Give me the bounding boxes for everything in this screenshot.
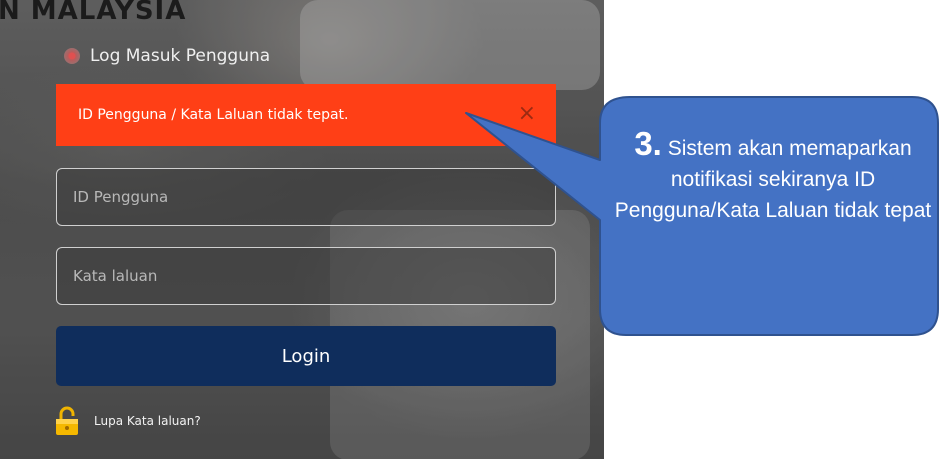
login-title: Log Masuk Pengguna (64, 46, 270, 66)
forgot-password-link[interactable]: Lupa Kata laluan? (94, 414, 201, 428)
callout-number: 3. (634, 125, 662, 162)
record-icon (64, 48, 80, 64)
callout-message: Sistem akan memaparkan notifikasi sekira… (614, 137, 932, 222)
site-heading: N MALAYSIA (0, 0, 187, 26)
user-id-input[interactable] (56, 168, 556, 226)
password-input[interactable] (56, 247, 556, 305)
background-blur (300, 0, 600, 90)
alert-message: ID Pengguna / Kata Laluan tidak tepat. (78, 107, 349, 123)
forgot-password-row: Lupa Kata laluan? (54, 406, 201, 436)
login-title-text: Log Masuk Pengguna (90, 46, 271, 66)
login-screenshot: N MALAYSIA Log Masuk Pengguna ID Penggun… (0, 0, 604, 459)
unlock-icon (54, 406, 80, 436)
close-icon[interactable]: × (518, 102, 536, 126)
error-alert: ID Pengguna / Kata Laluan tidak tepat. × (56, 84, 556, 146)
callout-text: 3. Sistem akan memaparkan notifikasi sek… (610, 125, 936, 226)
login-button[interactable]: Login (56, 326, 556, 386)
